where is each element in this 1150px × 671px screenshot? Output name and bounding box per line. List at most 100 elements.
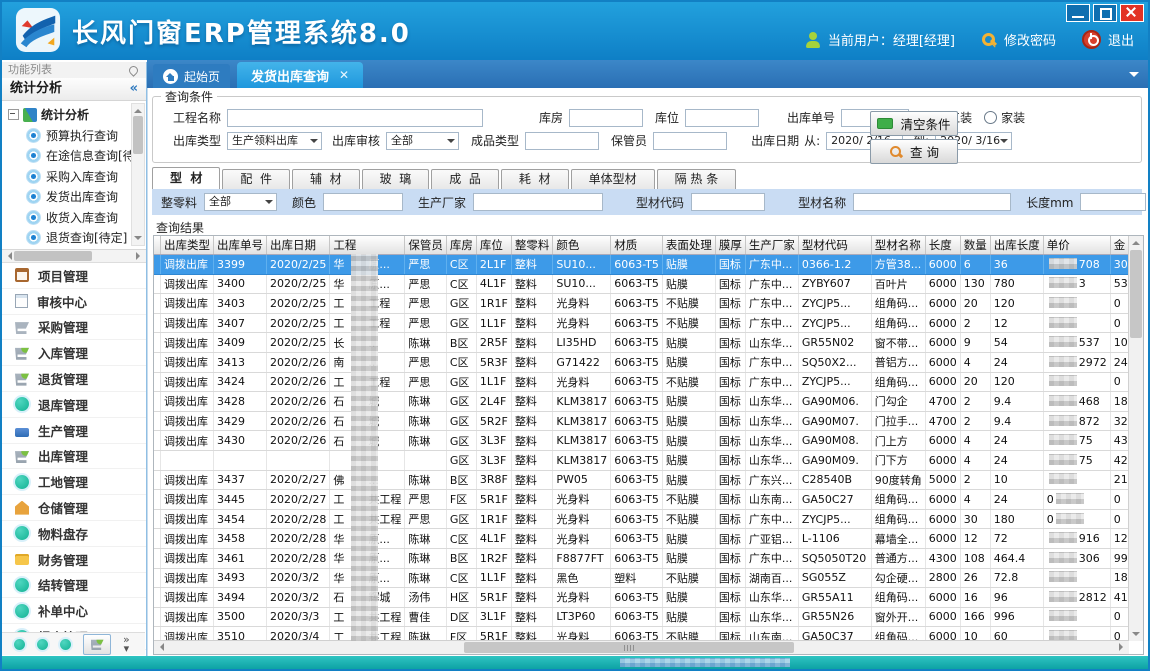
sidebar-item-结转管理[interactable]: 结转管理 (2, 573, 146, 599)
column-header[interactable]: 长度 (925, 236, 960, 255)
column-header[interactable]: 工程 (330, 236, 405, 255)
column-header[interactable]: 出库日期 (267, 236, 330, 255)
change-password-link[interactable]: 修改密码 (1004, 30, 1056, 49)
tree-item[interactable]: 收货入库查询 (8, 207, 132, 228)
project-name-input[interactable] (227, 109, 483, 127)
tree-item[interactable]: 预算执行查询 (8, 125, 132, 146)
table-row[interactable]: 调拨出库34282020/2/26石城陈琳G区2L4F整料KLM38176063… (154, 392, 1129, 412)
module-dot-icon[interactable] (37, 639, 48, 650)
search-button[interactable]: 查 询 (870, 139, 958, 164)
close-button[interactable] (1120, 4, 1144, 22)
tab-shipment-outbound-query[interactable]: 发货出库查询 ✕ (237, 62, 363, 88)
column-header[interactable]: 数量 (960, 236, 990, 255)
column-header[interactable]: 型材名称 (871, 236, 925, 255)
tab-close-icon[interactable]: ✕ (339, 68, 349, 82)
pin-icon[interactable] (127, 64, 140, 77)
maximize-button[interactable] (1093, 4, 1117, 22)
module-dot-icon[interactable] (60, 639, 71, 650)
sidebar-item-生产管理[interactable]: 生产管理 (2, 418, 146, 444)
tab-list-caret-icon[interactable] (1129, 72, 1139, 82)
tab-home[interactable]: 起始页 (153, 64, 230, 88)
table-row[interactable]: 调拨出库35002020/3/3工共工程曹佳D区3L1F整料LT3P606063… (154, 607, 1129, 627)
table-row[interactable]: 调拨出库34132020/2/26南...严思C区5R3F整料G71422606… (154, 352, 1129, 372)
sidebar-item-出库管理[interactable]: 出库管理 (2, 444, 146, 470)
material-tab[interactable]: 耗 材 (501, 169, 569, 189)
material-tab[interactable]: 成 品 (431, 169, 499, 189)
tree-item[interactable]: 退货查询[待定] (8, 228, 132, 249)
table-row[interactable]: 调拨出库34452020/2/27工共工程严思F区5R1F整料光身料6063-T… (154, 490, 1129, 510)
profile-code-input[interactable] (691, 193, 765, 211)
logout-link[interactable]: 退出 (1108, 30, 1134, 49)
tree-expander-icon[interactable] (8, 109, 19, 120)
table-horizontal-scrollbar[interactable] (154, 640, 1129, 654)
tree-root-statistics[interactable]: 统计分析 (8, 104, 132, 125)
table-vertical-scrollbar[interactable] (1128, 236, 1143, 641)
sidebar-item-补单中心[interactable]: 补单中心 (2, 598, 146, 624)
radio-home[interactable] (984, 111, 997, 124)
tree-item[interactable]: 采购入库查询 (8, 166, 132, 187)
sidebar-item-退库管理[interactable]: 退库管理 (2, 392, 146, 418)
tree-horizontal-scrollbar[interactable] (2, 250, 146, 263)
tree-vertical-scrollbar[interactable] (131, 103, 145, 246)
column-header[interactable]: 库房 (446, 236, 476, 255)
table-row[interactable]: 调拨出库33992020/2/25华原...严思C区2L1F整料SU10...6… (154, 255, 1129, 275)
whole-part-select[interactable]: 全部 (204, 193, 277, 211)
table-row[interactable]: 调拨出库34302020/2/26石城陈琳G区3L3F整料KLM38176063… (154, 431, 1129, 451)
column-header[interactable]: 单价 (1043, 236, 1110, 255)
factory-input[interactable] (473, 193, 603, 211)
table-row[interactable]: 调拨出库34002020/2/25华原...严思C区4L1F整料SU10...6… (154, 274, 1129, 294)
column-header[interactable]: 出库单号 (214, 236, 267, 255)
cart-toolbar-button[interactable] (83, 634, 111, 655)
sidebar-item-退货管理[interactable]: 退货管理 (2, 366, 146, 392)
material-tab[interactable]: 配 件 (222, 169, 290, 189)
more-modules-chevron[interactable]: »▾ (123, 635, 130, 653)
sidebar-item-财务管理[interactable]: 财务管理 (2, 547, 146, 573)
minimize-button[interactable] (1066, 4, 1090, 22)
column-header[interactable]: 颜色 (553, 236, 611, 255)
table-row[interactable]: 调拨出库34942020/3/2石辉城汤伟H区5R1F整料光身料6063-T5贴… (154, 588, 1129, 608)
column-header[interactable]: 膜厚 (715, 236, 745, 255)
table-row[interactable]: 调拨出库34612020/2/28华原...陈琳B区1R2F整料F8877FT6… (154, 548, 1129, 568)
table-row[interactable]: 调拨出库34092020/2/25长...陈琳B区2R5F整料LI35HD606… (154, 333, 1129, 353)
column-header[interactable]: 整零料 (511, 236, 553, 255)
keeper-input[interactable] (653, 132, 727, 150)
sidebar-item-仓储管理[interactable]: 仓储管理 (2, 495, 146, 521)
product-type-input[interactable] (525, 132, 599, 150)
table-row[interactable]: 调拨出库34032020/2/25工工程严思G区1R1F整料光身料6063-T5… (154, 294, 1129, 314)
table-row[interactable]: 调拨出库34542020/2/28工共工程严思G区1R1F整料光身料6063-T… (154, 509, 1129, 529)
table-row[interactable]: 调拨出库34372020/2/27佛...陈琳B区3R8F整料PW056063-… (154, 470, 1129, 490)
column-header[interactable]: 表面处理 (662, 236, 715, 255)
column-header[interactable]: 型材代码 (798, 236, 871, 255)
column-header[interactable]: 材质 (611, 236, 663, 255)
material-tab[interactable]: 型 材 (152, 167, 220, 189)
material-tab[interactable]: 辅 材 (292, 169, 360, 189)
table-row[interactable]: 调拨出库34582020/2/28华原...陈琳C区4L1F整料光身料6063-… (154, 529, 1129, 549)
material-tab[interactable]: 隔 热 条 (657, 169, 737, 189)
sidebar-item-工地管理[interactable]: 工地管理 (2, 469, 146, 495)
column-header[interactable]: 出库类型 (161, 236, 214, 255)
clear-conditions-button[interactable]: 清空条件 (870, 111, 958, 136)
sidebar-item-采购管理[interactable]: 采购管理 (2, 315, 146, 341)
tree-item[interactable]: 发货出库查询 (8, 187, 132, 208)
column-header[interactable]: 生产厂家 (745, 236, 798, 255)
sidebar-item-入库管理[interactable]: 入库管理 (2, 340, 146, 366)
sidebar-section-title[interactable]: 统计分析 « (2, 78, 146, 101)
column-header[interactable]: 库位 (476, 236, 511, 255)
sidebar-item-物料盘存[interactable]: 物料盘存 (2, 521, 146, 547)
column-header[interactable]: 保管员 (405, 236, 447, 255)
table-row[interactable]: 调拨出库34072020/2/25工工程严思G区1L1F整料光身料6063-T5… (154, 313, 1129, 333)
profile-name-input[interactable] (853, 193, 1011, 211)
collapse-icon[interactable]: « (130, 78, 138, 100)
column-header[interactable]: 出库长度 (990, 236, 1043, 255)
tree-item[interactable]: 在途信息查询[待 (8, 146, 132, 167)
sidebar-item-审核中心[interactable]: 审核中心 (2, 289, 146, 315)
warehouse-input[interactable] (569, 109, 643, 127)
length-input[interactable] (1080, 193, 1146, 211)
table-row[interactable]: 调拨出库34932020/3/2华原...陈琳C区1L1F整料黑色塑料不贴膜国标… (154, 568, 1129, 588)
module-dot-icon[interactable] (14, 639, 25, 650)
audit-select[interactable]: 全部 (386, 132, 459, 150)
table-row[interactable]: 调拨出库34292020/2/26石城陈琳G区5R2F整料KLM38176063… (154, 411, 1129, 431)
column-header[interactable]: 金 (1110, 236, 1129, 255)
sidebar-item-项目管理[interactable]: 项目管理 (2, 263, 146, 289)
table-row[interactable]: 调拨出库34242020/2/26工工程严思G区1L1F整料光身料6063-T5… (154, 372, 1129, 392)
